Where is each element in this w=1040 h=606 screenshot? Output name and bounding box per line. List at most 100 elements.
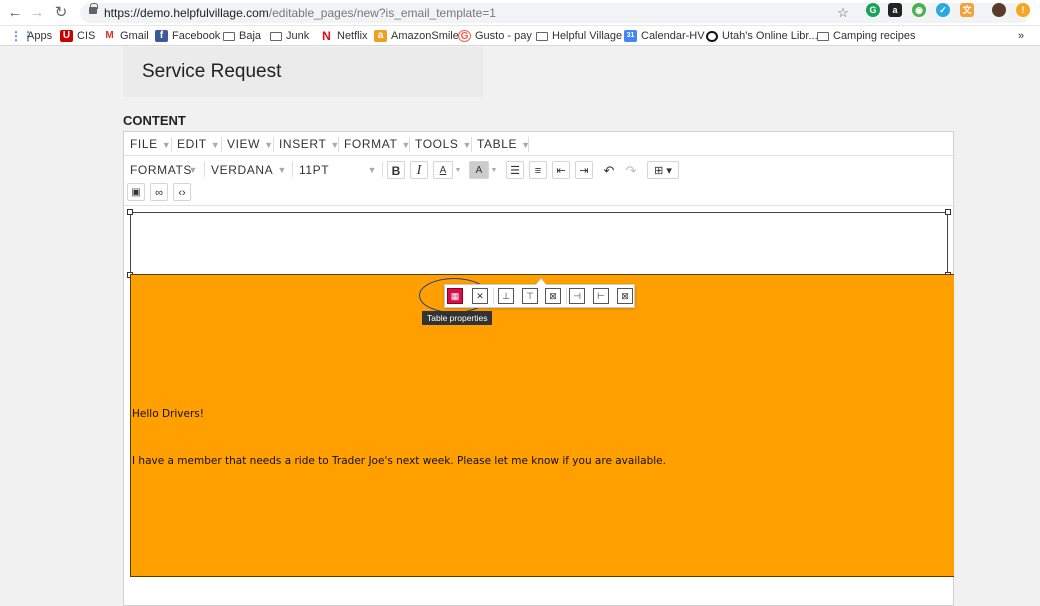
- undo-icon[interactable]: ↶: [600, 161, 618, 179]
- menu-label: FILE: [130, 137, 158, 151]
- background-color-icon[interactable]: A: [469, 161, 489, 179]
- divider: [171, 137, 172, 152]
- bookmark-helpful-village[interactable]: Helpful Village: [536, 29, 622, 43]
- insert-column-after-icon[interactable]: ⊢: [593, 288, 609, 304]
- divider: [338, 137, 339, 152]
- insert-row-after-icon[interactable]: ⊤: [522, 288, 538, 304]
- bookmark-netflix[interactable]: N Netflix: [320, 29, 368, 43]
- italic-icon[interactable]: I: [410, 161, 428, 179]
- font-family-value: VERDANA: [211, 163, 274, 177]
- profile-avatar-icon[interactable]: [992, 3, 1006, 17]
- bookmark-utah-library[interactable]: Utah's Online Libr...: [706, 29, 818, 43]
- formats-dropdown[interactable]: FORMATS ▼: [130, 161, 200, 179]
- image-icon[interactable]: ▣: [127, 183, 145, 201]
- greeting-text: Hello Drivers!: [132, 408, 204, 420]
- url-host: https://demo.helpfulvillage.com: [104, 6, 269, 20]
- utah-u-icon: U: [60, 30, 73, 42]
- gusto-icon: G: [458, 30, 471, 42]
- chrome-extension-icon[interactable]: ◉: [912, 3, 926, 17]
- bookmark-calendar-hv[interactable]: 31 Calendar-HV: [624, 29, 705, 43]
- editor-menubar: FILE ▼ EDIT ▼ VIEW ▼ INSERT ▼ FORMAT ▼ TOOLS ▼…: [124, 132, 953, 156]
- bookmark-apps[interactable]: ⋮⋮ Apps: [10, 29, 52, 43]
- delete-table-icon[interactable]: ✕: [472, 288, 488, 304]
- caret-down-icon: ▼: [210, 140, 221, 150]
- page-title: Service Request: [142, 61, 282, 82]
- table-header-row[interactable]: [130, 212, 948, 276]
- bookmark-label: Camping recipes: [833, 30, 916, 42]
- caret-down-icon: ▼: [161, 140, 172, 150]
- text-color-caret-icon[interactable]: ▼: [453, 161, 463, 179]
- table-body-cell[interactable]: Hello Drivers! I have a member that need…: [130, 274, 954, 577]
- bookmark-gusto[interactable]: G Gusto - pay: [458, 29, 532, 43]
- caret-down-icon: ▼: [367, 165, 377, 175]
- outdent-icon[interactable]: ⇤: [552, 161, 570, 179]
- table-context-toolbar: ▦ ✕ ⊥ ⊤ ⊠ ⊣ ⊢ ⊠: [444, 278, 635, 308]
- link-icon[interactable]: ∞: [150, 183, 168, 201]
- menu-tools[interactable]: TOOLS ▼: [415, 136, 472, 152]
- menu-format[interactable]: FORMAT ▼: [344, 136, 411, 152]
- grammarly-extension-icon[interactable]: G: [866, 3, 880, 17]
- insert-column-before-icon[interactable]: ⊣: [569, 288, 585, 304]
- facebook-icon: f: [155, 30, 168, 42]
- divider: [292, 162, 293, 177]
- source-code-icon[interactable]: ‹›: [173, 183, 191, 201]
- bold-icon[interactable]: B: [387, 161, 405, 179]
- page-header: Service Request: [123, 47, 483, 97]
- numbered-list-icon[interactable]: ≡: [529, 161, 547, 179]
- resize-handle[interactable]: [127, 209, 133, 215]
- table-insert-icon[interactable]: ⊞ ▾: [647, 161, 679, 179]
- bookmark-junk[interactable]: Junk: [270, 29, 309, 43]
- apps-grid-icon: ⋮⋮: [10, 29, 34, 43]
- rich-text-editor: FILE ▼ EDIT ▼ VIEW ▼ INSERT ▼ FORMAT ▼ TOOLS ▼…: [123, 131, 954, 606]
- delete-row-icon[interactable]: ⊠: [545, 288, 561, 304]
- shield-extension-icon[interactable]: ✓: [936, 3, 950, 17]
- bookmark-facebook[interactable]: f Facebook: [155, 29, 220, 43]
- forward-arrow-icon[interactable]: →: [28, 4, 46, 22]
- divider: [409, 137, 410, 152]
- editor-content-area[interactable]: Hello Drivers! I have a member that need…: [127, 209, 954, 584]
- table-properties-icon[interactable]: ▦: [447, 288, 463, 304]
- text-color-icon[interactable]: A: [433, 161, 453, 179]
- extension-icon[interactable]: a: [888, 3, 902, 17]
- bookmark-camping-recipes[interactable]: Camping recipes: [817, 29, 916, 43]
- menu-label: INSERT: [279, 137, 327, 151]
- divider: [273, 137, 274, 152]
- star-icon[interactable]: ☆: [834, 4, 852, 22]
- url-text: https://demo.helpfulvillage.com/editable…: [104, 6, 496, 20]
- insert-row-before-icon[interactable]: ⊥: [498, 288, 514, 304]
- translate-extension-icon[interactable]: 文: [960, 3, 974, 17]
- bookmark-label: Gusto - pay: [475, 30, 532, 42]
- menu-view[interactable]: VIEW ▼: [227, 136, 274, 152]
- update-alert-icon[interactable]: !: [1016, 3, 1030, 17]
- divider: [471, 137, 472, 152]
- url-path: /editable_pages/new?is_email_template=1: [268, 6, 496, 20]
- background-color-caret-icon[interactable]: ▼: [489, 161, 499, 179]
- bullet-list-icon[interactable]: ☰: [506, 161, 524, 179]
- indent-icon[interactable]: ⇥: [575, 161, 593, 179]
- font-family-dropdown[interactable]: VERDANA ▼: [211, 161, 289, 179]
- bookmark-cis[interactable]: U CIS: [60, 29, 95, 43]
- font-size-dropdown[interactable]: 11PT ▼: [299, 161, 379, 179]
- menu-file[interactable]: FILE ▼: [130, 136, 171, 152]
- back-arrow-icon[interactable]: ←: [6, 4, 24, 22]
- resize-handle[interactable]: [945, 209, 951, 215]
- reload-icon[interactable]: ↻: [52, 4, 70, 22]
- menu-insert[interactable]: INSERT ▼: [279, 136, 340, 152]
- bookmark-label: Calendar-HV: [641, 30, 705, 42]
- bookmark-label: Junk: [286, 30, 310, 42]
- bookmark-gmail[interactable]: M Gmail: [103, 29, 149, 43]
- bookmark-label: Utah's Online Libr...: [722, 30, 818, 42]
- menu-label: VIEW: [227, 137, 261, 151]
- menu-table[interactable]: TABLE ▼: [477, 136, 531, 152]
- bookmark-label: Gmail: [120, 30, 149, 42]
- formats-label: FORMATS: [130, 163, 192, 177]
- bookmark-amazonsmile[interactable]: a AmazonSmile: [374, 29, 459, 43]
- bookmark-label: Baja: [239, 30, 262, 42]
- bookmarks-overflow[interactable]: »: [1018, 29, 1024, 43]
- bookmark-label: Facebook: [172, 30, 221, 42]
- menu-edit[interactable]: EDIT ▼: [177, 136, 220, 152]
- bookmark-baja[interactable]: Baja: [223, 29, 261, 43]
- bookmark-label: AmazonSmile: [391, 30, 459, 42]
- delete-column-icon[interactable]: ⊠: [617, 288, 633, 304]
- redo-icon[interactable]: ↷: [622, 161, 640, 179]
